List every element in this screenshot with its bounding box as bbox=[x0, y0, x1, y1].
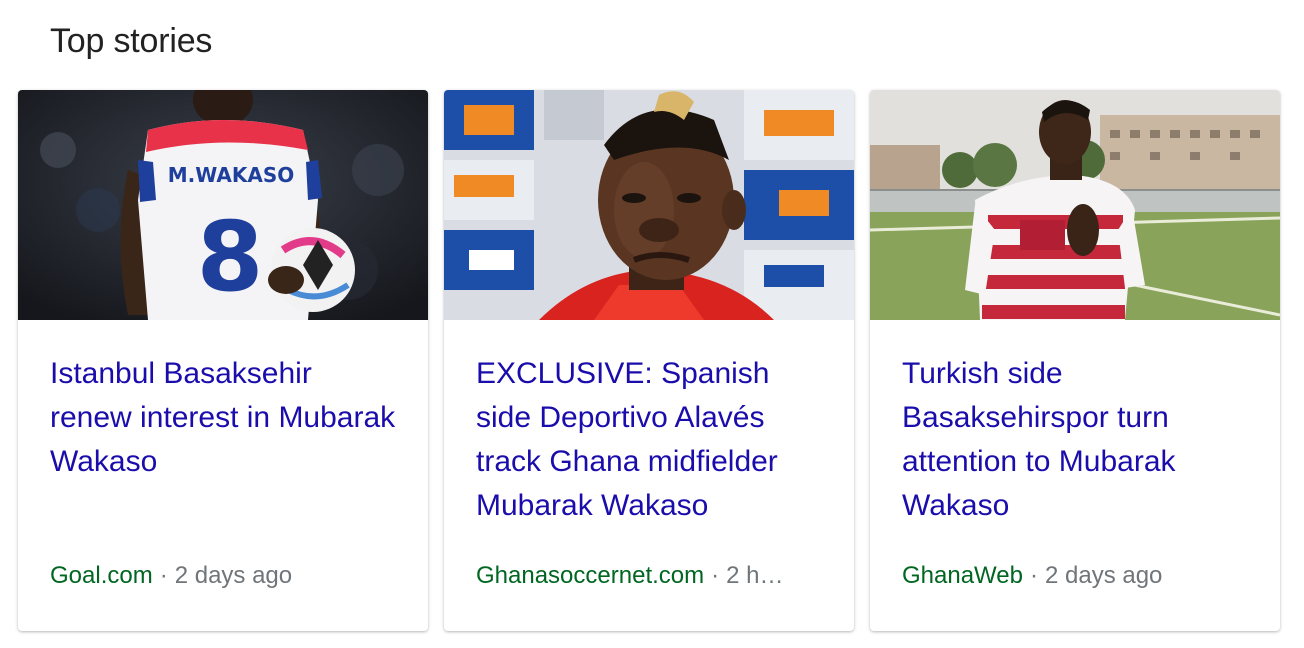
story-thumbnail[interactable] bbox=[444, 90, 854, 320]
story-thumbnail[interactable]: M.WAKASO 8 bbox=[18, 90, 428, 320]
story-card[interactable]: Turkish side Basaksehirspor turn attenti… bbox=[870, 90, 1280, 631]
story-card[interactable]: M.WAKASO 8 Istanbul Basaksehir renew int… bbox=[18, 90, 428, 631]
story-headline-link[interactable]: Istanbul Basaksehir renew interest in Mu… bbox=[50, 352, 400, 484]
story-age: 2 h… bbox=[726, 562, 784, 589]
story-age: 2 days ago bbox=[1044, 562, 1163, 589]
jersey-name-text: M.WAKASO bbox=[168, 163, 295, 187]
story-meta: Goal.com · 2 days ago bbox=[50, 562, 400, 590]
top-stories-carousel: M.WAKASO 8 Istanbul Basaksehir renew int… bbox=[18, 90, 1280, 631]
story-meta: Ghanasoccernet.com · 2 h… bbox=[476, 562, 826, 590]
story-thumbnail[interactable] bbox=[870, 90, 1280, 320]
story-source: Goal.com bbox=[50, 562, 153, 589]
story-source: GhanaWeb bbox=[902, 562, 1023, 589]
story-card[interactable]: EXCLUSIVE: Spanish side Deportivo Alavés… bbox=[444, 90, 854, 631]
meta-separator: · bbox=[159, 562, 168, 589]
jersey-number-text: 8 bbox=[197, 201, 264, 313]
story-headline-link[interactable]: EXCLUSIVE: Spanish side Deportivo Alavés… bbox=[476, 352, 826, 528]
meta-separator: · bbox=[1029, 562, 1038, 589]
meta-separator: · bbox=[711, 562, 720, 589]
story-headline-link[interactable]: Turkish side Basaksehirspor turn attenti… bbox=[902, 352, 1252, 528]
section-title: Top stories bbox=[50, 22, 213, 60]
story-age: 2 days ago bbox=[174, 562, 293, 589]
story-source: Ghanasoccernet.com bbox=[476, 562, 705, 589]
story-meta: GhanaWeb · 2 days ago bbox=[902, 562, 1252, 590]
